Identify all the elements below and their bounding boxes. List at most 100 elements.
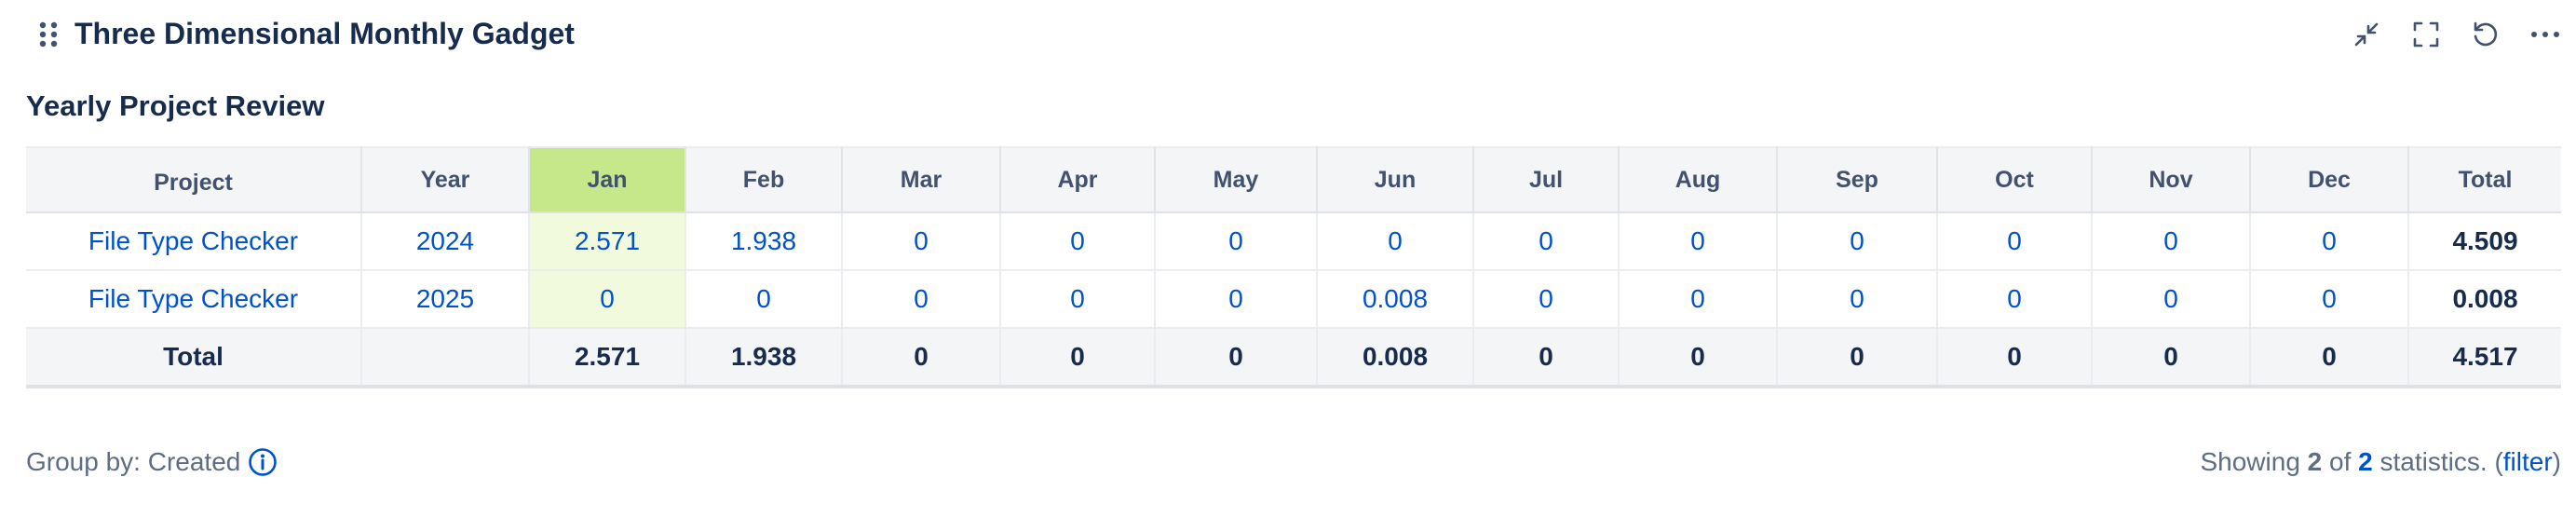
month-cell: 0	[842, 270, 1001, 329]
header-year[interactable]: Year	[361, 146, 530, 213]
minimize-button[interactable]	[2341, 9, 2392, 60]
month-total-cell: 0	[2092, 328, 2251, 388]
month-total-cell: 0	[2250, 328, 2409, 388]
month-value-link[interactable]: 0	[2322, 226, 2337, 255]
month-cell: 0	[1473, 270, 1620, 329]
project-cell: File Type Checker	[26, 270, 362, 329]
month-total-cell: 2.571	[529, 328, 686, 388]
month-cell: 0	[1777, 212, 1938, 271]
month-cell: 0	[1619, 270, 1778, 329]
refresh-button[interactable]	[2461, 9, 2511, 60]
gadget-header: Three Dimensional Monthly Gadget	[0, 0, 2576, 69]
header-jun[interactable]: Jun	[1317, 146, 1474, 213]
expand-corners-icon	[2411, 20, 2441, 49]
month-cell: 0	[1473, 212, 1620, 271]
month-total-cell: 0.008	[1317, 328, 1474, 388]
close-paren: )	[2552, 447, 2561, 476]
month-cell: 0.008	[1317, 270, 1474, 329]
header-nov[interactable]: Nov	[2092, 146, 2251, 213]
header-feb[interactable]: Feb	[685, 146, 843, 213]
month-value-link[interactable]: 0	[1690, 284, 1705, 313]
month-cell: 0	[2092, 212, 2251, 271]
header-sep[interactable]: Sep	[1777, 146, 1938, 213]
month-value-link[interactable]: 0	[1850, 226, 1864, 255]
header-project[interactable]: Project	[26, 146, 362, 213]
filter-link[interactable]: filter	[2503, 447, 2553, 476]
fullscreen-button[interactable]	[2401, 9, 2451, 60]
year-link[interactable]: 2025	[416, 284, 474, 313]
group-by-label: Group by: Created	[26, 447, 241, 476]
month-cell: 0	[1317, 212, 1474, 271]
month-value-link[interactable]: 0	[1070, 284, 1085, 313]
month-total-cell: 1.938	[685, 328, 843, 388]
month-cell: 0	[2092, 270, 2251, 329]
month-cell: 0	[1155, 212, 1318, 271]
year-cell: 2025	[361, 270, 530, 329]
report-title: Yearly Project Review	[26, 89, 325, 122]
project-link[interactable]: File Type Checker	[88, 284, 298, 313]
header-jan[interactable]: Jan	[529, 146, 686, 213]
minimize-arrows-icon	[2351, 19, 2382, 50]
header-may[interactable]: May	[1155, 146, 1318, 213]
month-total-cell: 0	[1619, 328, 1778, 388]
month-total-cell: 0	[1937, 328, 2093, 388]
month-value-link[interactable]: 0	[2322, 284, 2337, 313]
month-value-link[interactable]: 0	[914, 226, 929, 255]
refresh-icon	[2470, 19, 2501, 50]
month-cell: 0	[1155, 270, 1318, 329]
month-value-link[interactable]: 2.571	[575, 226, 640, 255]
month-value-link[interactable]: 0.008	[1363, 284, 1428, 313]
month-value-link[interactable]: 0	[1228, 226, 1243, 255]
month-total-cell: 0	[1155, 328, 1318, 388]
month-cell: 0	[2250, 270, 2409, 329]
row-total-cell: 0.008	[2408, 270, 2561, 329]
month-value-link[interactable]: 0	[1388, 226, 1403, 255]
project-link[interactable]: File Type Checker	[88, 226, 298, 255]
year-link[interactable]: 2024	[416, 226, 474, 255]
month-total-cell: 0	[842, 328, 1001, 388]
project-cell: File Type Checker	[26, 212, 362, 271]
month-total-cell: 0	[1000, 328, 1156, 388]
month-value-link[interactable]: 0	[600, 284, 615, 313]
month-total-cell: 0	[1473, 328, 1620, 388]
header-aug[interactable]: Aug	[1619, 146, 1778, 213]
info-icon[interactable]	[248, 447, 278, 477]
month-value-link[interactable]: 0	[1690, 226, 1705, 255]
month-value-link[interactable]: 0	[2163, 284, 2178, 313]
month-value-link[interactable]: 0	[2007, 284, 2022, 313]
month-value-link[interactable]: 0	[1539, 226, 1553, 255]
month-value-link[interactable]: 0	[914, 284, 929, 313]
month-cell: 0	[1000, 270, 1156, 329]
month-cell: 0	[1937, 270, 2093, 329]
header-oct[interactable]: Oct	[1937, 146, 2093, 213]
year-cell: 2024	[361, 212, 530, 271]
month-cell: 2.571	[529, 212, 686, 271]
statistics-text: statistics. (	[2379, 447, 2503, 476]
month-value-link[interactable]: 0	[1070, 226, 1085, 255]
month-total-cell: 0	[1777, 328, 1938, 388]
month-value-link[interactable]: 0	[1539, 284, 1553, 313]
header-apr[interactable]: Apr	[1000, 146, 1156, 213]
month-cell: 0	[1619, 212, 1778, 271]
header-dec[interactable]: Dec	[2250, 146, 2409, 213]
row-total-cell: 4.509	[2408, 212, 2561, 271]
header-total[interactable]: Total	[2408, 146, 2561, 213]
month-value-link[interactable]: 0	[2163, 226, 2178, 255]
more-horizontal-icon	[2529, 30, 2561, 39]
month-cell: 0	[529, 270, 686, 329]
month-value-link[interactable]: 0	[1228, 284, 1243, 313]
month-value-link[interactable]: 1.938	[731, 226, 796, 255]
statistics-summary: Showing 2 of 2 statistics. (filter)	[2200, 443, 2561, 481]
month-value-link[interactable]: 0	[756, 284, 771, 313]
more-options-button[interactable]	[2520, 9, 2570, 60]
month-cell: 1.938	[685, 212, 843, 271]
month-value-link[interactable]: 0	[1850, 284, 1864, 313]
showing-prefix: Showing	[2200, 447, 2300, 476]
header-mar[interactable]: Mar	[842, 146, 1001, 213]
header-jul[interactable]: Jul	[1473, 146, 1620, 213]
month-cell: 0	[1937, 212, 2093, 271]
total-count: 2	[2358, 447, 2373, 476]
month-value-link[interactable]: 0	[2007, 226, 2022, 255]
month-cell: 0	[685, 270, 843, 329]
three-dimensional-monthly-gadget: Three Dimensional Monthly Gadget Yearly …	[0, 0, 2576, 518]
